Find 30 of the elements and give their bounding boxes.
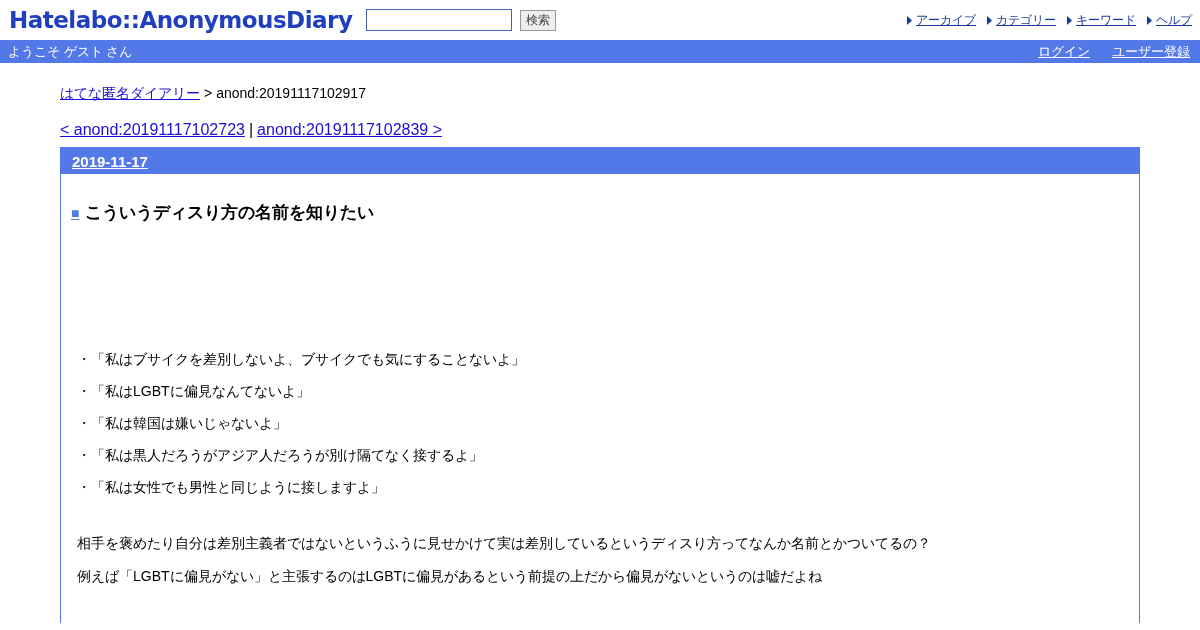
- search-button[interactable]: 検索: [520, 9, 557, 31]
- pager-separator: |: [248, 121, 254, 139]
- permalink-mark[interactable]: ■: [71, 204, 80, 221]
- welcome-text: ようこそ ゲスト さん: [8, 42, 133, 61]
- previous-entry-link[interactable]: < anond:20191117102723: [60, 121, 245, 139]
- account-link[interactable]: ログイン: [1038, 42, 1090, 61]
- triangle-icon: [1146, 15, 1153, 25]
- home-link[interactable]: はてな匿名ダイアリー: [60, 85, 200, 103]
- triangle-icon: [986, 15, 993, 25]
- body-paragraph: 相手を褒めたり自分は差別主義者ではないというふうに見せかけて実は差別しているというディスり方ってなんか名前とかついてるの？: [77, 534, 932, 552]
- account-link[interactable]: ユーザー登録: [1112, 42, 1190, 61]
- search-field[interactable]: [366, 9, 513, 31]
- bullet-line: ・「私は韓国は嫌いじゃないよ」: [77, 414, 288, 432]
- bullet-line: ・「私は黒人だろうがアジア人だろうが別け隔てなく接するよ」: [77, 446, 484, 464]
- triangle-icon: [906, 15, 913, 25]
- triangle-icon: [1066, 15, 1073, 25]
- nav-link[interactable]: カテゴリー: [986, 11, 1056, 29]
- nav-link[interactable]: キーワード: [1066, 11, 1136, 29]
- date-link[interactable]: 2019-11-17: [72, 152, 148, 170]
- nav-link[interactable]: アーカイブ: [906, 11, 976, 29]
- bullet-line: ・「私はブサイクを差別しないよ、ブサイクでも気にすることないよ」: [77, 350, 526, 368]
- body-paragraph: 例えば「LGBTに偏見がない」と主張するのはLGBTに偏見があるという前提の上だから偏見がないというのは嘘だよね: [77, 567, 824, 585]
- bullet-line: ・「私はLGBTに偏見なんてないよ」: [77, 382, 311, 400]
- site-logo[interactable]: Hatelabo::AnonymousDiary: [9, 7, 353, 33]
- bullet-line: ・「私は女性でも男性と同じように接しますよ」: [77, 478, 386, 496]
- entry-title: こういうディスり方の名前を知りたい: [85, 202, 375, 224]
- next-entry-link[interactable]: anond:20191117102839 >: [257, 121, 443, 139]
- breadcrumb-current: anond:20191117102917: [216, 85, 366, 103]
- breadcrumb-separator: >: [204, 85, 213, 103]
- nav-link[interactable]: ヘルプ: [1146, 11, 1192, 29]
